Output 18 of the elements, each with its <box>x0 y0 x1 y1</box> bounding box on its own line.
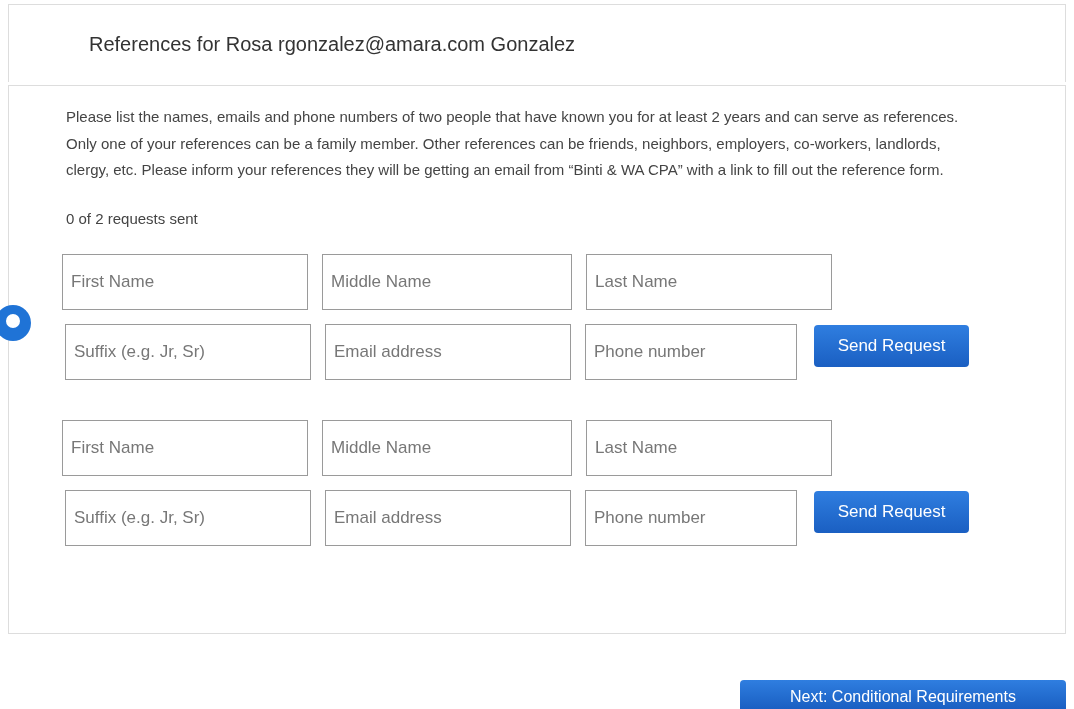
input-field[interactable]: Middle Name <box>322 254 572 310</box>
input-field[interactable]: Last Name <box>586 254 832 310</box>
page-title: References for Rosa rgonzalez@amara.com Gonzalez <box>89 31 576 57</box>
input-field[interactable]: Suffix (e.g. Jr, Sr) <box>65 490 311 546</box>
progress-text: 0 of 2 requests sent <box>66 208 199 229</box>
input-field[interactable]: First Name <box>62 254 308 310</box>
input-field[interactable]: First Name <box>62 420 308 476</box>
input-field[interactable]: Email address <box>325 324 571 380</box>
input-field[interactable]: Phone number <box>585 324 797 380</box>
input-field[interactable]: Middle Name <box>322 420 572 476</box>
next-button[interactable]: Next: Conditional Requirements <box>740 680 1066 709</box>
send-request-button[interactable]: Send Request <box>814 325 969 367</box>
instructions-text: Please list the names, emails and phone numbers of two people that have known you for at least 2 years and can serve as references. Only one of your references can be a family member. Other references can be friends, neighbors, employers, co-workers, landlords, clergy, etc. Please inform your references they will be getting an email from “Binti & WA CPA” with a link to fill out the reference form. <box>66 107 960 180</box>
send-request-button[interactable]: Send Request <box>814 491 969 533</box>
input-field[interactable]: Last Name <box>586 420 832 476</box>
input-field[interactable]: Suffix (e.g. Jr, Sr) <box>65 324 311 380</box>
input-field[interactable]: Email address <box>325 490 571 546</box>
input-field[interactable]: Phone number <box>585 490 797 546</box>
